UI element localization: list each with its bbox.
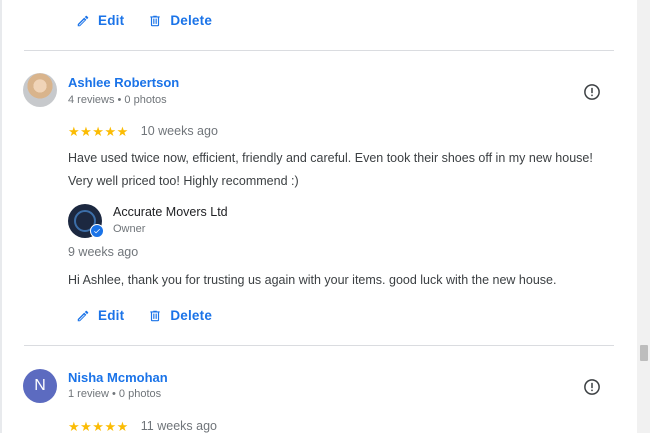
reviewer-avatar[interactable]: N (23, 369, 57, 403)
trash-icon (150, 15, 160, 26)
reply-time: 9 weeks ago (68, 245, 139, 259)
trash-icon (150, 310, 160, 321)
owner-avatar (68, 204, 104, 238)
scrollbar-thumb[interactable] (640, 345, 648, 361)
edit-reply-button[interactable]: Edit (76, 308, 124, 323)
scrollbar-track[interactable] (637, 0, 650, 433)
verified-check-icon (90, 224, 104, 238)
report-flag-icon[interactable] (583, 83, 601, 101)
pencil-icon (77, 15, 89, 26)
delete-label: Delete (170, 308, 213, 323)
reply-actions: Edit Delete (76, 308, 212, 323)
rating-row: ★★★★★ 10 weeks ago (68, 124, 218, 138)
reviewer-name[interactable]: Nisha Mcmohan (68, 370, 168, 385)
left-panel-edge (0, 0, 2, 433)
reviewer-name[interactable]: Ashlee Robertson (68, 75, 179, 90)
delete-label: Delete (170, 13, 213, 28)
previous-review-actions: Edit Delete (76, 13, 212, 28)
delete-button[interactable]: Delete (148, 13, 212, 28)
star-rating: ★★★★★ (68, 123, 129, 139)
edit-button[interactable]: Edit (76, 13, 124, 28)
reviewer-avatar[interactable] (23, 73, 57, 107)
review-time: 11 weeks ago (140, 419, 217, 433)
rating-row: ★★★★★ 11 weeks ago (68, 419, 217, 433)
review-divider (24, 345, 614, 346)
reply-text: Hi Ashlee, thank you for trusting us aga… (68, 273, 557, 287)
reviewer-meta: 4 reviews • 0 photos (68, 94, 167, 106)
review-time: 10 weeks ago (140, 124, 218, 138)
owner-role: Owner (113, 223, 146, 235)
review-divider (24, 50, 614, 51)
owner-name: Accurate Movers Ltd (113, 205, 228, 219)
edit-label: Edit (98, 308, 125, 323)
star-rating: ★★★★★ (68, 418, 129, 434)
review-text: Have used twice now, efficient, friendly… (68, 151, 593, 188)
delete-reply-button[interactable]: Delete (148, 308, 212, 323)
report-flag-icon[interactable] (583, 378, 601, 396)
reviewer-meta: 1 review • 0 photos (68, 388, 162, 400)
pencil-icon (77, 310, 89, 321)
edit-label: Edit (98, 13, 125, 28)
